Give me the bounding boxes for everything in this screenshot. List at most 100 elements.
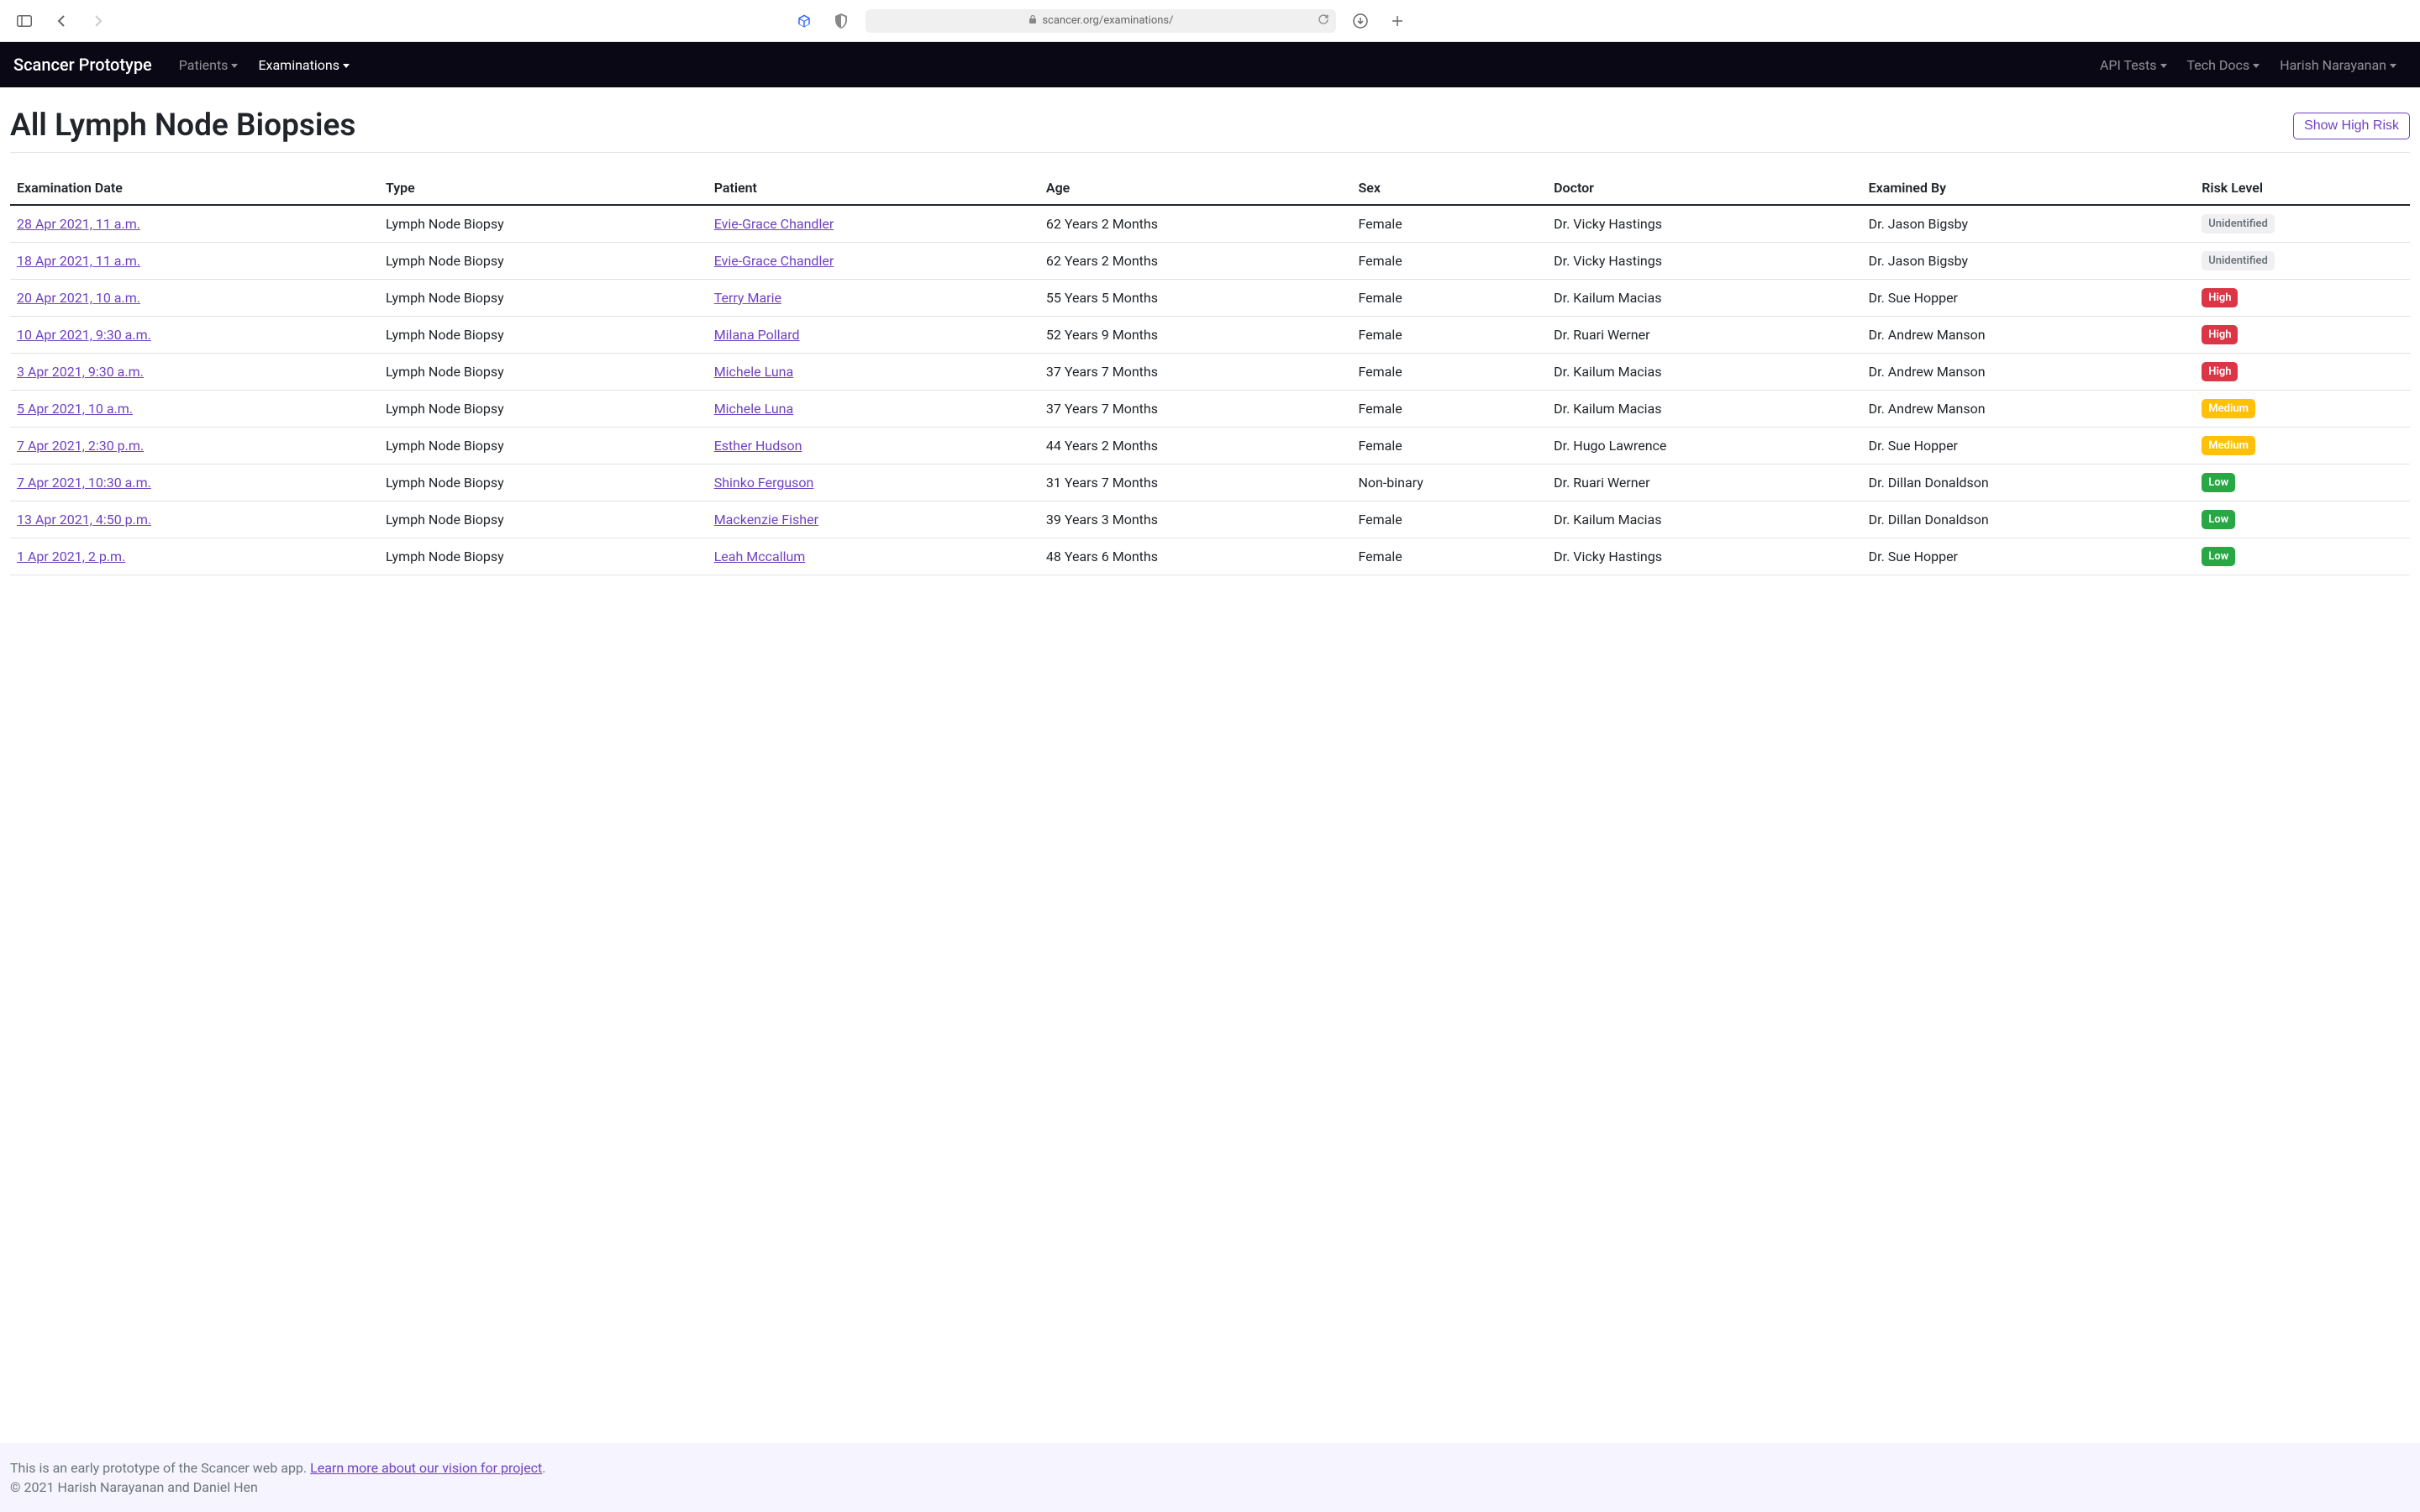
nav-examinations[interactable]: Examinations	[248, 50, 360, 80]
examination-date-link[interactable]: 7 Apr 2021, 2:30 p.m.	[17, 438, 144, 454]
caret-icon	[2160, 64, 2167, 68]
cell-age: 52 Years 9 Months	[1039, 317, 1352, 354]
cell-type: Lymph Node Biopsy	[379, 465, 708, 501]
cell-sex: Non-binary	[1351, 465, 1547, 501]
table-row: 10 Apr 2021, 9:30 a.m.Lymph Node BiopsyM…	[10, 317, 2410, 354]
cell-doctor: Dr. Ruari Werner	[1547, 317, 1862, 354]
downloads-button[interactable]	[1348, 8, 1373, 34]
cell-examined-by: Dr. Jason Bigsby	[1862, 243, 2196, 280]
cell-doctor: Dr. Kailum Macias	[1547, 280, 1862, 317]
cell-age: 39 Years 3 Months	[1039, 501, 1352, 538]
cell-sex: Female	[1351, 280, 1547, 317]
risk-badge: Medium	[2202, 436, 2255, 455]
brand[interactable]: Scancer Prototype	[13, 55, 152, 75]
examination-date-link[interactable]: 20 Apr 2021, 10 a.m.	[17, 290, 140, 306]
patient-link[interactable]: Evie-Grace Chandler	[714, 216, 834, 232]
cell-age: 31 Years 7 Months	[1039, 465, 1352, 501]
risk-badge: Low	[2202, 473, 2235, 492]
nav-user-menu[interactable]: Harish Narayanan	[2270, 50, 2407, 80]
cell-sex: Female	[1351, 243, 1547, 280]
cell-doctor: Dr. Kailum Macias	[1547, 391, 1862, 428]
cell-type: Lymph Node Biopsy	[379, 501, 708, 538]
cell-type: Lymph Node Biopsy	[379, 538, 708, 575]
patient-link[interactable]: Michele Luna	[714, 364, 794, 380]
cell-age: 62 Years 2 Months	[1039, 243, 1352, 280]
cube-icon[interactable]	[792, 8, 817, 34]
patient-link[interactable]: Esther Hudson	[714, 438, 802, 454]
refresh-icon[interactable]	[1318, 13, 1329, 29]
cell-type: Lymph Node Biopsy	[379, 205, 708, 243]
url-bar[interactable]: scancer.org/examinations/	[865, 9, 1336, 33]
patient-link[interactable]: Shinko Ferguson	[714, 475, 814, 491]
th-examined-by[interactable]: Examined By	[1862, 171, 2196, 205]
caret-icon	[2390, 64, 2396, 68]
th-risk[interactable]: Risk Level	[2195, 171, 2410, 205]
risk-badge: Unidentified	[2202, 214, 2275, 234]
show-high-risk-button[interactable]: Show High Risk	[2293, 113, 2410, 139]
patient-link[interactable]: Terry Marie	[714, 290, 781, 306]
back-button[interactable]	[49, 8, 74, 34]
examination-date-link[interactable]: 1 Apr 2021, 2 p.m.	[17, 549, 125, 564]
footer-text-suffix: .	[542, 1460, 545, 1476]
cell-sex: Female	[1351, 391, 1547, 428]
examination-date-link[interactable]: 7 Apr 2021, 10:30 a.m.	[17, 475, 151, 491]
cell-examined-by: Dr. Sue Hopper	[1862, 280, 2196, 317]
th-doctor[interactable]: Doctor	[1547, 171, 1862, 205]
cell-age: 62 Years 2 Months	[1039, 205, 1352, 243]
cell-doctor: Dr. Kailum Macias	[1547, 501, 1862, 538]
footer-learn-more-link[interactable]: Learn more about our vision for project	[310, 1460, 542, 1476]
examination-date-link[interactable]: 10 Apr 2021, 9:30 a.m.	[17, 327, 151, 343]
table-row: 13 Apr 2021, 4:50 p.m. Lymph Node Biopsy M…	[10, 501, 2410, 538]
th-patient[interactable]: Patient	[708, 171, 1039, 205]
caret-icon	[2253, 64, 2260, 68]
cell-doctor: Dr. Ruari Werner	[1547, 465, 1862, 501]
cell-age: 37 Years 7 Months	[1039, 354, 1352, 391]
examination-date-link[interactable]: 3 Apr 2021, 9:30 a.m.	[17, 364, 144, 380]
nav-patients[interactable]: Patients	[169, 50, 249, 80]
nav-api-tests-label: API Tests	[2100, 57, 2157, 73]
cell-sex: Female	[1351, 428, 1547, 465]
th-type[interactable]: Type	[379, 171, 708, 205]
patient-link[interactable]: Milana Pollard	[714, 327, 800, 343]
footer: This is an early prototype of the Scance…	[0, 1443, 2420, 1512]
th-date[interactable]: Examination Date	[10, 171, 379, 205]
patient-link[interactable]: Michele Luna	[714, 401, 794, 417]
sidebar-toggle-button[interactable]	[12, 8, 37, 34]
cell-sex: Female	[1351, 317, 1547, 354]
nav-tech-docs-label: Tech Docs	[2187, 57, 2250, 73]
cell-doctor: Dr. Kailum Macias	[1547, 354, 1862, 391]
examination-date-link[interactable]: 18 Apr 2021, 11 a.m.	[17, 253, 140, 269]
cell-age: 37 Years 7 Months	[1039, 391, 1352, 428]
cell-sex: Female	[1351, 538, 1547, 575]
shield-icon[interactable]	[829, 8, 854, 34]
examination-date-link[interactable]: 28 Apr 2021, 11 a.m.	[17, 216, 140, 232]
cell-type: Lymph Node Biopsy	[379, 243, 708, 280]
examinations-table: Examination Date Type Patient Age Sex Do…	[10, 171, 2410, 575]
th-age[interactable]: Age	[1039, 171, 1352, 205]
cell-age: 55 Years 5 Months	[1039, 280, 1352, 317]
new-tab-button[interactable]	[1385, 8, 1410, 34]
nav-user-label: Harish Narayanan	[2280, 57, 2386, 73]
nav-patients-label: Patients	[179, 57, 229, 73]
examination-date-link[interactable]: 5 Apr 2021, 10 a.m.	[17, 401, 133, 417]
risk-badge: Unidentified	[2202, 251, 2275, 270]
examination-date-link[interactable]: 13 Apr 2021, 4:50 p.m.	[17, 512, 151, 528]
page-header: All Lymph Node Biopsies Show High Risk	[10, 108, 2410, 153]
patient-link[interactable]: Evie-Grace Chandler	[714, 253, 834, 269]
cell-examined-by: Dr. Sue Hopper	[1862, 428, 2196, 465]
patient-link[interactable]: Leah Mccallum	[714, 549, 806, 564]
cell-type: Lymph Node Biopsy	[379, 354, 708, 391]
footer-copyright: © 2021 Harish Narayanan and Daniel Hen	[10, 1479, 2410, 1495]
nav-tech-docs[interactable]: Tech Docs	[2177, 50, 2270, 80]
cell-type: Lymph Node Biopsy	[379, 428, 708, 465]
patient-link[interactable]: Mackenzie Fisher	[714, 512, 818, 528]
th-sex[interactable]: Sex	[1351, 171, 1547, 205]
cell-doctor: Dr. Hugo Lawrence	[1547, 428, 1862, 465]
nav-api-tests[interactable]: API Tests	[2090, 50, 2177, 80]
cell-doctor: Dr. Vicky Hastings	[1547, 538, 1862, 575]
forward-button[interactable]	[86, 8, 111, 34]
cell-sex: Female	[1351, 205, 1547, 243]
cell-examined-by: Dr. Andrew Manson	[1862, 354, 2196, 391]
cell-examined-by: Dr. Dillan Donaldson	[1862, 465, 2196, 501]
table-row: 1 Apr 2021, 2 p.m. Lymph Node Biopsy Leah …	[10, 538, 2410, 575]
